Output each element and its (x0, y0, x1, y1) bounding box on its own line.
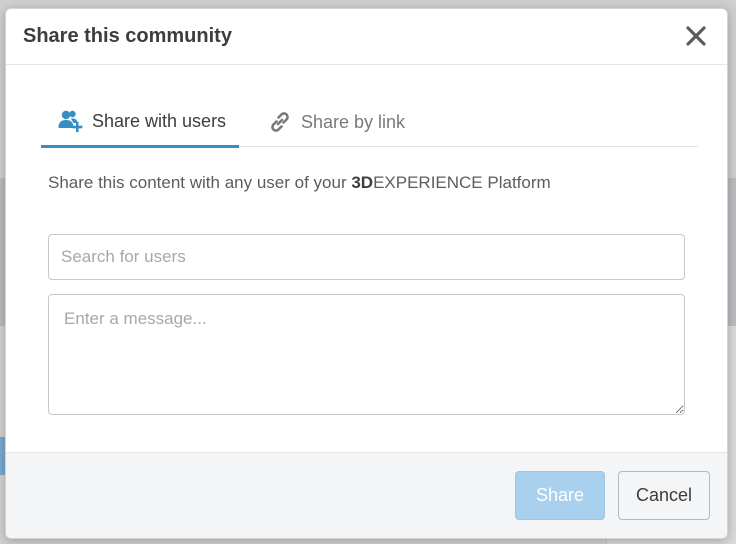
add-user-icon (58, 110, 83, 132)
close-icon (686, 26, 706, 46)
dialog-footer: Share Cancel (6, 452, 727, 538)
message-textarea[interactable] (48, 294, 685, 415)
cancel-button[interactable]: Cancel (618, 471, 710, 520)
description-prefix: Share this content with any user of your (48, 173, 352, 192)
close-button[interactable] (683, 23, 709, 49)
share-description: Share this content with any user of your… (48, 173, 551, 193)
share-dialog: Share this community Share with users Sh… (5, 8, 728, 539)
brand-3d: 3D (351, 173, 374, 192)
share-tabs: Share with users Share by link (41, 97, 698, 148)
share-button[interactable]: Share (515, 471, 605, 520)
brand-experience: EXPERIENCE (373, 173, 483, 192)
tab-share-with-users-label: Share with users (92, 110, 227, 131)
tab-share-by-link[interactable]: Share by link (261, 97, 405, 147)
link-icon (271, 112, 289, 132)
description-suffix: Platform (482, 173, 551, 192)
dialog-title: Share this community (23, 25, 232, 47)
search-users-input[interactable] (48, 234, 685, 280)
dialog-header: Share this community (6, 9, 727, 65)
tab-share-by-link-label: Share by link (301, 111, 406, 132)
tab-share-with-users[interactable]: Share with users (41, 97, 239, 148)
